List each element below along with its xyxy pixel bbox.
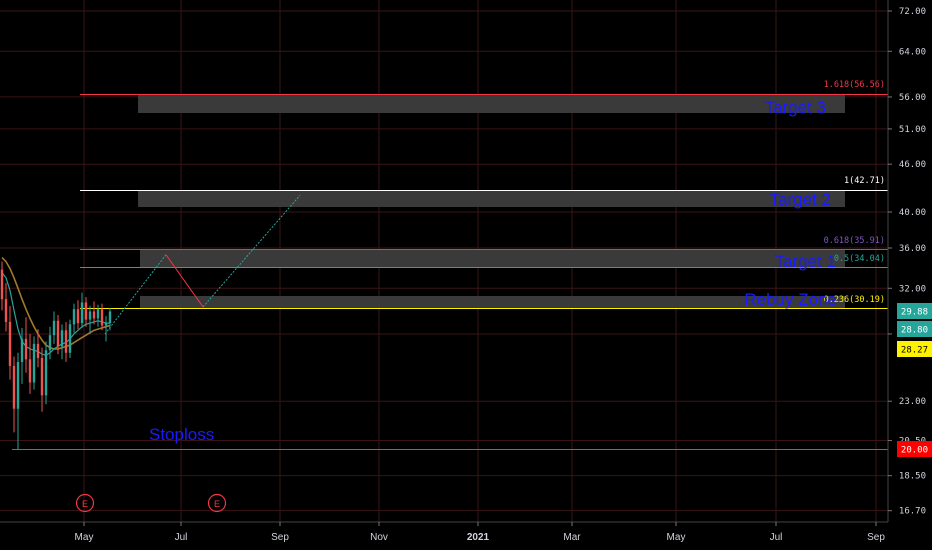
candle-body: [84, 302, 88, 320]
y-tick-label: 36.00: [899, 244, 926, 254]
fib-level-label: 1(42.71): [844, 176, 885, 186]
y-tick-label: 56.00: [899, 93, 926, 103]
zone-box: [138, 94, 845, 113]
earnings-marker-label: E: [82, 499, 88, 509]
candle-body: [76, 309, 80, 324]
candle-body: [0, 269, 4, 300]
fib-level-label: 1.618(56.56): [824, 80, 885, 90]
y-tick-label: 64.00: [899, 47, 926, 57]
x-tick-label: May: [75, 532, 94, 543]
candle-body: [16, 361, 20, 409]
candle-body: [108, 311, 112, 324]
candle-body: [40, 357, 44, 396]
y-tick-label: 23.00: [899, 397, 926, 407]
x-tick-label: Sep: [867, 532, 885, 543]
zone-label: Target 2: [770, 190, 831, 209]
zone-label: Rebuy Zone: [744, 290, 837, 309]
y-tick-label: 46.00: [899, 160, 926, 170]
candle-body: [8, 321, 12, 366]
price-chart[interactable]: 1.618(56.56) 1(42.71) 0.618(35.91) 0.5(34.0…: [0, 0, 932, 550]
price-badge-label: 29.88: [901, 308, 928, 318]
candle-body: [100, 309, 104, 326]
fib-level-label: 0.618(35.91): [824, 236, 885, 246]
candle-body: [12, 365, 16, 409]
zone-box: [138, 190, 845, 207]
y-tick-label: 16.70: [899, 507, 926, 517]
fib-level-label: 0.5(34.04): [834, 254, 885, 264]
x-tick-label: Jul: [770, 532, 783, 543]
candle-body: [4, 299, 8, 322]
candle-body: [60, 330, 64, 347]
y-tick-label: 72.00: [899, 7, 926, 17]
x-tick-label: Sep: [271, 532, 289, 543]
candle-body: [20, 338, 24, 362]
x-tick-label: Jul: [175, 532, 188, 543]
x-tick-label: Mar: [563, 532, 581, 543]
candle-body: [48, 335, 52, 351]
zone-label: Stoploss: [149, 425, 214, 444]
zone-label: Target 1: [775, 252, 836, 271]
y-tick-label: 32.00: [899, 284, 926, 294]
candle-body: [64, 330, 68, 353]
y-tick-label: 51.00: [899, 125, 926, 135]
candle-body: [36, 343, 40, 358]
zone-box: [140, 250, 845, 268]
x-tick-label: 2021: [467, 532, 490, 543]
candle-body: [52, 320, 56, 336]
candle-body: [104, 323, 108, 326]
price-badge-label: 28.80: [901, 326, 928, 336]
candle-body: [28, 359, 32, 383]
candle-body: [88, 311, 92, 320]
candle-body: [68, 324, 72, 353]
chart-background: [0, 0, 932, 550]
zone-box: [140, 296, 845, 308]
price-badge-label: 28.27: [901, 346, 928, 356]
x-tick-label: Nov: [370, 532, 388, 543]
candle-body: [72, 309, 76, 325]
candle-body: [24, 338, 28, 360]
y-tick-label: 18.50: [899, 472, 926, 482]
price-badge-label: 20.00: [901, 446, 928, 456]
earnings-marker-label: E: [214, 499, 220, 509]
candle-body: [32, 343, 36, 383]
zone-label: Target 3: [765, 98, 826, 117]
candle-body: [92, 311, 96, 319]
x-tick-label: May: [667, 532, 686, 543]
candle-body: [80, 302, 84, 324]
candle-body: [96, 309, 100, 319]
y-tick-label: 40.00: [899, 208, 926, 218]
candle-body: [56, 320, 60, 347]
candle-body: [44, 350, 48, 396]
